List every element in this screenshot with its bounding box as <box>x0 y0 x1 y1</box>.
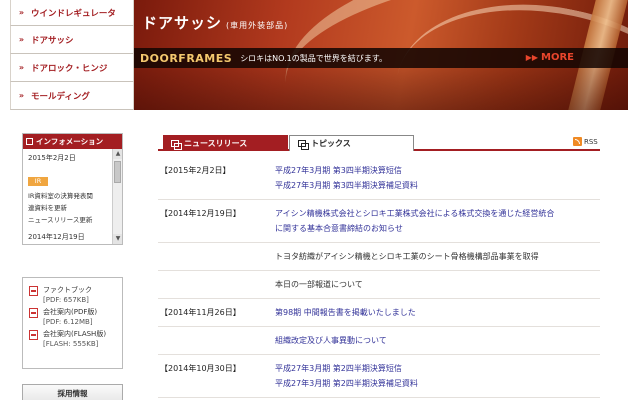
nav-item-molding[interactable]: » モールディング <box>10 82 134 110</box>
info-link[interactable]: 連資料を更新 <box>28 202 108 214</box>
news-link[interactable]: トヨタ紡織がアイシン精機とシロキ工業のシート骨格機構部品事業を取得 <box>275 249 600 264</box>
nav-item-label: ドアサッシ <box>31 35 74 46</box>
information-box: インフォメーション 2015年2月2日 IR IR資料室の決算発表関 連資料を更… <box>22 133 123 245</box>
news-row: 本日の一部報道について <box>158 271 600 299</box>
doc-name: 会社案内(PDF版) <box>43 308 98 316</box>
info-link[interactable]: ニュースリリース更新 <box>28 214 108 226</box>
information-header: インフォメーション <box>23 134 122 149</box>
window-icon <box>298 140 309 150</box>
hero-banner: ドアサッシ (車用外装部品) DOORFRAMES シロキはNO.1の製品で世界を… <box>134 0 628 110</box>
pdf-icon <box>29 308 38 318</box>
doc-name: 会社案内(FLASH版) <box>43 330 107 338</box>
window-icon <box>26 138 33 145</box>
information-title: インフォメーション <box>36 137 104 146</box>
news-link[interactable]: 平成27年3月期 第2四半期決算補足資料 <box>275 376 600 391</box>
nav-item-door-lock-hinge[interactable]: » ドアロック・ヒンジ <box>10 54 134 82</box>
double-arrow-icon: ▶▶ <box>525 53 539 62</box>
info-scrollbar[interactable]: ▲ ▼ <box>112 149 122 244</box>
news-row: 【2014年12月19日】 アイシン精機株式会社とシロキ工業株式会社による株式交… <box>158 200 600 243</box>
doc-size: [PDF: 6.12MB] <box>43 318 93 326</box>
news-row: 【2015年2月2日】 平成27年3月期 第3四半期決算短信 平成27年3月期 … <box>158 157 600 200</box>
scroll-down-icon[interactable]: ▼ <box>113 234 122 244</box>
page: » ウインドレギュレータ » ドアサッシ » ドアロック・ヒンジ » モールディ… <box>0 0 640 400</box>
rss-label: RSS <box>584 137 598 146</box>
news-link[interactable]: アイシン精機株式会社とシロキ工業株式会社による株式交換を通じた経営統合 <box>275 206 600 221</box>
banner-title-text: ドアサッシ <box>142 14 223 32</box>
window-icon <box>171 139 182 150</box>
banner-strip: DOORFRAMES シロキはNO.1の製品で世界を結びます。 ▶▶ MORE <box>134 48 628 68</box>
banner-product-code: DOORFRAMES <box>140 51 233 65</box>
nav-item-label: モールディング <box>31 91 90 102</box>
news-row: トヨタ紡織がアイシン精機とシロキ工業のシート骨格機構部品事業を取得 <box>158 243 600 271</box>
doc-factbook[interactable]: ファクトブック [PDF: 657KB] <box>29 285 122 305</box>
chevron-right-icon: » <box>18 63 24 72</box>
news-list: 【2015年2月2日】 平成27年3月期 第3四半期決算短信 平成27年3月期 … <box>158 157 600 398</box>
more-link[interactable]: ▶▶ MORE <box>526 52 574 63</box>
doc-size: [PDF: 657KB] <box>43 296 89 304</box>
news-link[interactable]: 平成27年3月期 第3四半期決算短信 <box>275 163 600 178</box>
scroll-thumb[interactable] <box>114 161 121 183</box>
pdf-icon <box>29 286 38 296</box>
more-label: MORE <box>541 52 574 63</box>
info-date: 2015年2月2日 <box>28 154 76 162</box>
tab-news-release[interactable]: ニュースリリース <box>163 135 288 151</box>
nav-item-window-regulator[interactable]: » ウインドレギュレータ <box>10 0 134 26</box>
rss-icon <box>573 137 582 146</box>
info-date: 2014年12月19日 <box>28 233 85 241</box>
tab-topics[interactable]: トピックス <box>289 135 414 151</box>
news-link[interactable]: 平成27年3月期 第2四半期決算短信 <box>275 361 600 376</box>
nav-item-label: ドアロック・ヒンジ <box>31 63 108 74</box>
nav-item-label: ウインドレギュレータ <box>31 8 116 19</box>
product-nav: » ウインドレギュレータ » ドアサッシ » ドアロック・ヒンジ » モールディ… <box>10 0 134 110</box>
news-date <box>158 249 275 264</box>
doc-company-brochure-pdf[interactable]: 会社案内(PDF版) [PDF: 6.12MB] <box>29 307 122 327</box>
news-date: 【2014年12月19日】 <box>160 209 241 218</box>
news-date: 【2014年10月30日】 <box>160 364 241 373</box>
nav-item-door-sash[interactable]: » ドアサッシ <box>10 26 134 54</box>
tab-label: ニュースリリース <box>184 138 248 148</box>
news-row: 組織改定及び人事異動について <box>158 327 600 355</box>
news-link[interactable]: 組織改定及び人事異動について <box>275 333 600 348</box>
banner-title: ドアサッシ (車用外装部品) <box>142 12 288 33</box>
chevron-right-icon: » <box>18 8 24 17</box>
tab-label: トピックス <box>311 139 351 148</box>
news-row: 【2014年11月26日】 第98期 中間報告書を掲載いたしました <box>158 299 600 327</box>
news-link[interactable]: に関する基本合意書締結のお知らせ <box>275 221 600 236</box>
banner-subtitle: (車用外装部品) <box>226 21 289 30</box>
recruit-button[interactable]: 採用情報 <box>22 384 123 400</box>
banner-decoration <box>134 68 628 110</box>
news-date <box>158 333 275 348</box>
flash-icon <box>29 330 38 340</box>
rss-link[interactable]: RSS <box>573 137 598 146</box>
chevron-right-icon: » <box>18 91 24 100</box>
news-date: 【2014年11月26日】 <box>160 308 241 317</box>
doc-company-brochure-flash[interactable]: 会社案内(FLASH版) [FLASH: 555KB] <box>29 329 122 349</box>
news-link[interactable]: 平成27年3月期 第3四半期決算補足資料 <box>275 178 600 193</box>
ir-badge: IR <box>28 177 48 186</box>
documents-box: ファクトブック [PDF: 657KB] 会社案内(PDF版) [PDF: 6.… <box>22 277 123 369</box>
banner-slogan: シロキはNO.1の製品で世界を結びます。 <box>240 53 387 63</box>
news-tabs: ニュースリリース トピックス <box>158 135 600 151</box>
news-link[interactable]: 本日の一部報道について <box>275 277 600 292</box>
information-body[interactable]: 2015年2月2日 IR IR資料室の決算発表関 連資料を更新 ニュースリリース… <box>23 149 122 244</box>
chevron-right-icon: » <box>18 35 24 44</box>
news-date: 【2015年2月2日】 <box>160 166 231 175</box>
news-row: 【2014年10月30日】 平成27年3月期 第2四半期決算短信 平成27年3月… <box>158 355 600 398</box>
news-link[interactable]: 第98期 中間報告書を掲載いたしました <box>275 305 600 320</box>
scroll-up-icon[interactable]: ▲ <box>113 149 122 159</box>
news-date <box>158 277 275 292</box>
doc-name: ファクトブック <box>43 286 92 294</box>
info-link[interactable]: IR資料室の決算発表関 <box>28 190 108 202</box>
doc-size: [FLASH: 555KB] <box>43 340 99 348</box>
